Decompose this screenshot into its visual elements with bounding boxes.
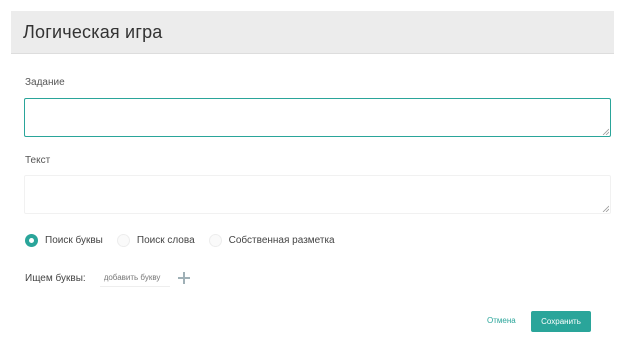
mode-radio-group: Поиск буквы Поиск слова Собственная разм… bbox=[25, 234, 349, 247]
radio-unselected-icon[interactable] bbox=[208, 234, 222, 247]
radio-option-word-search[interactable]: Поиск слова bbox=[116, 234, 195, 247]
radio-selected-icon[interactable] bbox=[25, 234, 38, 247]
text-label: Текст bbox=[25, 155, 51, 166]
radio-label: Поиск буквы bbox=[45, 235, 103, 246]
radio-option-custom-markup[interactable]: Собственная разметка bbox=[208, 234, 335, 247]
logic-game-dialog: Логическая игра Задание Текст Поиск букв… bbox=[11, 11, 614, 339]
add-letter-input[interactable] bbox=[99, 269, 170, 287]
task-label: Задание bbox=[25, 77, 65, 88]
task-textarea[interactable] bbox=[24, 98, 611, 137]
radio-unselected-icon[interactable] bbox=[116, 234, 130, 247]
resize-grip-icon[interactable] bbox=[602, 128, 609, 135]
letters-label: Ищем буквы: bbox=[25, 272, 86, 284]
dialog-title: Логическая игра bbox=[23, 21, 163, 42]
resize-grip-icon[interactable] bbox=[602, 205, 609, 212]
plus-icon[interactable] bbox=[177, 272, 190, 284]
dialog-header: Логическая игра bbox=[11, 11, 614, 54]
cancel-link[interactable]: Отмена bbox=[487, 316, 516, 325]
save-button[interactable]: Сохранить bbox=[531, 311, 591, 332]
radio-label: Поиск слова bbox=[136, 235, 195, 246]
dialog-body: Задание Текст Поиск буквы Поиск слова Со… bbox=[11, 54, 614, 338]
radio-option-letter-search[interactable]: Поиск буквы bbox=[25, 234, 103, 247]
letters-row: Ищем буквы: bbox=[25, 269, 190, 287]
text-textarea[interactable] bbox=[24, 175, 611, 214]
radio-label: Собственная разметка bbox=[228, 235, 335, 246]
